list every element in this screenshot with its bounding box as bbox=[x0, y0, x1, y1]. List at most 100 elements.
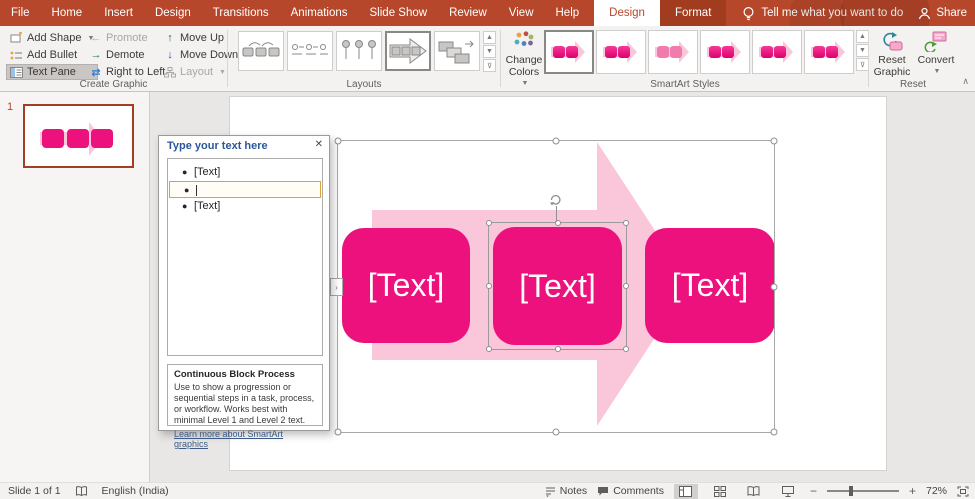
style-thumbnail bbox=[599, 34, 643, 70]
menu-tab-home[interactable]: Home bbox=[41, 0, 94, 26]
layout-option-continuous-block-process[interactable] bbox=[385, 31, 431, 71]
fit-slide-icon bbox=[957, 486, 969, 496]
notes-button[interactable]: Notes bbox=[545, 485, 587, 497]
menu-tab-transitions[interactable]: Transitions bbox=[202, 0, 280, 26]
language-indicator[interactable]: English (India) bbox=[102, 485, 169, 497]
resize-handle[interactable] bbox=[623, 220, 629, 226]
thumbnail-box-shape bbox=[67, 129, 89, 148]
text-pane-item-2-active[interactable]: ● bbox=[169, 181, 321, 198]
reset-graphic-button[interactable]: Reset Graphic bbox=[870, 28, 914, 78]
resize-handle[interactable] bbox=[486, 346, 492, 352]
slideshow-view-button[interactable] bbox=[776, 484, 800, 499]
zoom-slider[interactable] bbox=[826, 486, 899, 496]
menu-tab-view[interactable]: View bbox=[498, 0, 545, 26]
comments-button[interactable]: Comments bbox=[597, 485, 664, 497]
fit-to-window-button[interactable] bbox=[957, 486, 969, 497]
layouts-scroll-down-button[interactable]: ▼ bbox=[483, 45, 496, 58]
layout-description-box: Continuous Block Process Use to show a p… bbox=[167, 364, 323, 449]
text-pane-icon bbox=[10, 66, 23, 78]
smartart-style-2[interactable] bbox=[596, 30, 646, 74]
resize-handle[interactable] bbox=[554, 346, 561, 352]
learn-more-link[interactable]: Learn more about SmartArt graphics bbox=[174, 429, 316, 449]
layout-thumbnail-icon bbox=[292, 44, 328, 55]
rotate-handle[interactable] bbox=[548, 192, 563, 206]
resize-handle[interactable] bbox=[770, 428, 778, 436]
convert-icon bbox=[924, 31, 947, 52]
smartart-style-6[interactable] bbox=[804, 30, 854, 74]
resize-handle[interactable] bbox=[623, 283, 629, 289]
bullet-icon: ● bbox=[184, 185, 190, 195]
text-pane-window: Type your text here ✕ ● [Text] ● ● [Text… bbox=[158, 135, 330, 449]
promote-button[interactable]: ← Promote bbox=[86, 30, 169, 46]
right-to-left-button[interactable]: ⇄ Right to Left bbox=[86, 64, 169, 80]
resize-handle[interactable] bbox=[486, 220, 492, 226]
share-button[interactable]: Share bbox=[918, 0, 967, 26]
comments-icon bbox=[598, 486, 609, 495]
resize-handle[interactable] bbox=[623, 346, 629, 352]
resize-handle[interactable] bbox=[334, 137, 342, 145]
convert-button[interactable]: Convert ▼ bbox=[916, 28, 956, 78]
collapse-ribbon-button[interactable]: ∧ bbox=[962, 76, 969, 87]
add-bullet-button[interactable]: Add Bullet bbox=[6, 47, 98, 63]
layout-option-1[interactable] bbox=[238, 31, 284, 71]
text-pane-item-3[interactable]: ● [Text] bbox=[168, 198, 322, 215]
demote-label: Demote bbox=[106, 49, 145, 61]
style-thumbnail bbox=[651, 34, 695, 70]
dropdown-caret-icon: ▼ bbox=[219, 68, 226, 76]
layout-option-2[interactable] bbox=[287, 31, 333, 71]
menu-tab-animations[interactable]: Animations bbox=[280, 0, 359, 26]
resize-handle[interactable] bbox=[770, 137, 778, 145]
thumbnail-box-shape bbox=[42, 129, 64, 148]
smartart-style-5[interactable] bbox=[752, 30, 802, 74]
rotate-handle-connector bbox=[556, 206, 557, 222]
notes-label: Notes bbox=[559, 485, 588, 497]
layouts-scroll-up-button[interactable]: ▲ bbox=[483, 31, 496, 44]
spell-check-button[interactable] bbox=[75, 485, 88, 497]
layout-thumbnail-icon bbox=[242, 42, 280, 57]
group-separator bbox=[868, 30, 869, 87]
layout-option-3[interactable] bbox=[336, 31, 382, 71]
layouts-more-button[interactable]: ⊽ bbox=[483, 59, 496, 72]
resize-handle[interactable] bbox=[486, 283, 492, 289]
smartart-style-4[interactable] bbox=[700, 30, 750, 74]
normal-view-button[interactable] bbox=[673, 483, 698, 499]
contextual-tab-format[interactable]: Format bbox=[660, 0, 726, 26]
group-layouts: ▲ ▼ ⊽ Layouts bbox=[228, 26, 500, 91]
demote-button[interactable]: → Demote bbox=[86, 47, 169, 63]
menu-tab-design[interactable]: Design bbox=[144, 0, 202, 26]
slide-thumbnail-1[interactable] bbox=[23, 104, 134, 168]
zoom-in-button[interactable]: + bbox=[909, 484, 916, 498]
text-pane-item-1[interactable]: ● [Text] bbox=[168, 164, 322, 181]
menu-tab-file[interactable]: File bbox=[0, 0, 41, 26]
layout-description-body: Use to show a progression or sequential … bbox=[174, 382, 315, 425]
close-icon[interactable]: ✕ bbox=[315, 139, 323, 150]
comments-label: Comments bbox=[613, 485, 664, 497]
resize-handle[interactable] bbox=[770, 283, 778, 290]
layout-thumbnail-icon bbox=[342, 40, 376, 59]
resize-handle[interactable] bbox=[552, 137, 560, 145]
reading-view-button[interactable] bbox=[742, 484, 766, 499]
thumbnail-box-shape bbox=[91, 129, 113, 148]
text-pane-toggle-button[interactable]: › bbox=[330, 278, 343, 296]
text-pane-button[interactable]: Text Pane bbox=[6, 64, 99, 80]
menu-tab-slideshow[interactable]: Slide Show bbox=[359, 0, 439, 26]
zoom-out-button[interactable]: − bbox=[810, 484, 817, 498]
workspace: 1 [Text] [Text] [Text] › Type your text … bbox=[0, 92, 975, 482]
menu-tab-review[interactable]: Review bbox=[438, 0, 498, 26]
resize-handle[interactable] bbox=[552, 428, 560, 436]
resize-handle[interactable] bbox=[334, 428, 342, 436]
menu-tab-help[interactable]: Help bbox=[545, 0, 591, 26]
smartart-style-1[interactable] bbox=[544, 30, 594, 74]
layout-option-5[interactable] bbox=[434, 31, 480, 71]
slide-sorter-view-button[interactable] bbox=[708, 484, 732, 499]
shape-selection-frame[interactable] bbox=[486, 220, 629, 352]
contextual-tab-design[interactable]: Design bbox=[594, 0, 660, 26]
slide-indicator: Slide 1 of 1 bbox=[8, 485, 61, 497]
menu-tab-insert[interactable]: Insert bbox=[93, 0, 144, 26]
zoom-slider-thumb[interactable] bbox=[848, 486, 853, 496]
zoom-level[interactable]: 72% bbox=[926, 485, 947, 497]
smartart-style-3[interactable] bbox=[648, 30, 698, 74]
add-shape-button[interactable]: Add Shape ▼ bbox=[6, 30, 98, 46]
move-down-icon: ↓ bbox=[167, 49, 173, 61]
dropdown-caret-icon: ▼ bbox=[933, 68, 941, 75]
